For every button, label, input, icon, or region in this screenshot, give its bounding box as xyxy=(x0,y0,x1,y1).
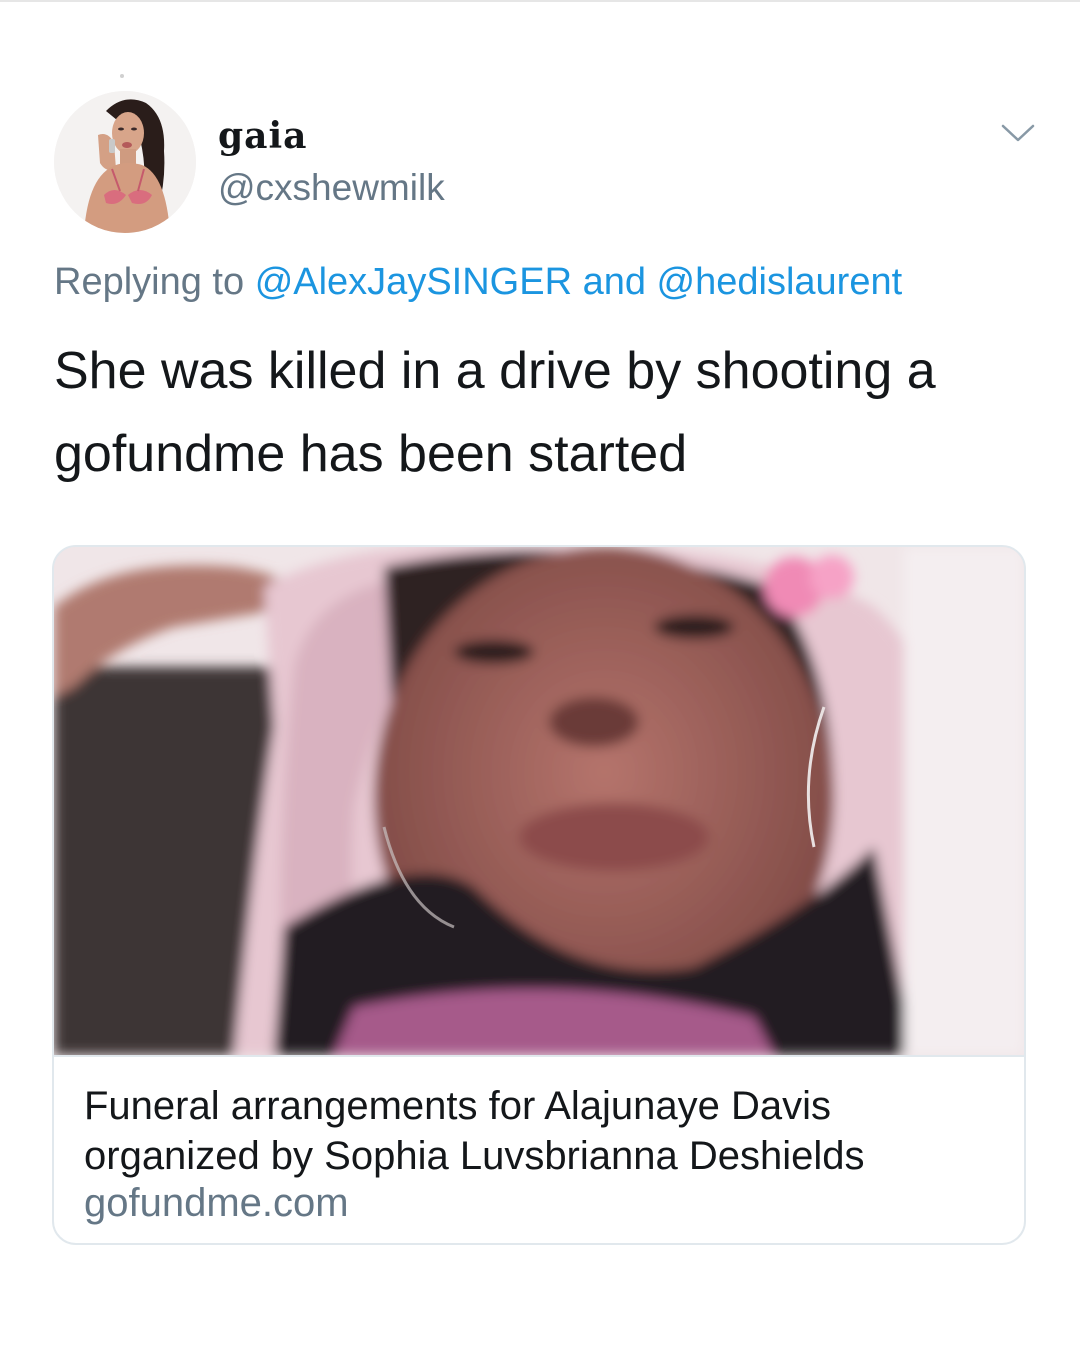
replying-prefix: Replying to xyxy=(54,261,245,303)
avatar[interactable] xyxy=(54,91,196,233)
card-title-line: Funeral arrangements for Alajunaye Davis xyxy=(84,1084,832,1128)
tweet-text-line: gofundme has been started xyxy=(54,425,688,484)
link-preview-card[interactable]: Funeral arrangements for Alajunaye Davis… xyxy=(52,545,1026,1245)
card-photo xyxy=(54,547,1024,1055)
top-divider xyxy=(0,0,1080,2)
display-name[interactable]: gaia xyxy=(218,118,308,154)
avatar-image xyxy=(54,91,196,233)
tweet-text: She was killed in a drive by shooting a … xyxy=(54,330,1044,496)
decorative-dot xyxy=(120,74,124,78)
reply-mention-link[interactable]: @hedislaurent xyxy=(657,261,903,303)
user-handle[interactable]: @cxshewmilk xyxy=(218,167,445,209)
card-domain: gofundme.com xyxy=(84,1181,349,1225)
reply-conjunction[interactable]: and xyxy=(583,261,646,303)
card-image[interactable] xyxy=(54,547,1024,1055)
replying-to-line: Replying to @AlexJaySINGER and @hedislau… xyxy=(54,260,902,306)
card-title[interactable]: Funeral arrangements for Alajunaye Davis… xyxy=(84,1081,1004,1182)
chevron-down-icon[interactable] xyxy=(1000,122,1036,144)
card-title-line: organized by Sophia Luvsbrianna Deshield… xyxy=(84,1134,865,1179)
card-divider xyxy=(54,1055,1024,1057)
tweet-text-line: She was killed in a drive by shooting a xyxy=(54,342,936,400)
reply-mention-link[interactable]: @AlexJaySINGER xyxy=(255,261,572,303)
